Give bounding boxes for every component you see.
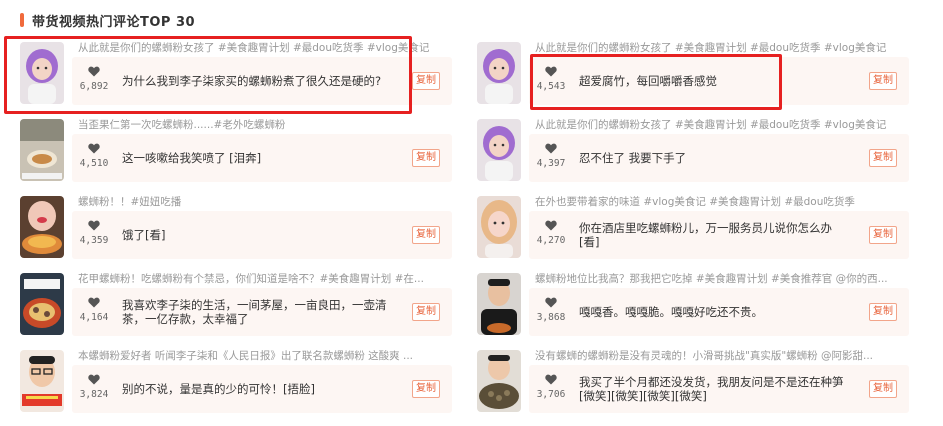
video-thumbnail[interactable] [477, 196, 521, 258]
comment-card: 3,868 嘎嘎香。嘎嘎脆。嘎嘎好吃还不贵。 复制 [529, 288, 909, 336]
video-title[interactable]: 花甲螺蛳粉！吃螺蛳粉有个禁忌，你们知道是啥不？#美食趣胃计划 #在... [78, 273, 448, 286]
copy-button[interactable]: 复制 [869, 226, 897, 244]
video-thumbnail[interactable] [477, 119, 521, 181]
video-thumbnail[interactable] [477, 350, 521, 412]
copy-button[interactable]: 复制 [412, 72, 440, 90]
video-thumbnail[interactable] [20, 350, 64, 412]
comment-card: 4,510 这一咳嗽给我笑喷了 [泪奔] 复制 [72, 134, 452, 182]
comment-item: 从此就是你们的螺蛳粉女孩了 #美食趣胃计划 #最dou吃货季 #vlog美食记 4… [477, 119, 917, 189]
like-block: 3,868 [529, 288, 573, 336]
like-block: 4,510 [72, 134, 116, 182]
heart-icon [72, 66, 116, 77]
comment-item: 螺蛳粉！！#妞妞吃播 4,359 饿了[看] 复制 [20, 196, 460, 266]
video-title[interactable]: 螺蛳粉地位比我高？那我把它吃掉 #美食趣胃计划 #美食推荐官 @你的西... [535, 273, 905, 286]
like-block: 4,164 [72, 288, 116, 336]
like-block: 4,270 [529, 211, 573, 259]
video-title[interactable]: 在外也要带着家的味道 #vlog美食记 #美食趣胃计划 #最dou吃货季 [535, 196, 905, 209]
heart-icon [72, 220, 116, 231]
comment-text: 嘎嘎香。嘎嘎脆。嘎嘎好吃还不贵。 [579, 305, 763, 319]
like-count: 4,164 [79, 312, 109, 323]
video-thumbnail[interactable] [20, 119, 64, 181]
like-count: 4,543 [536, 81, 566, 92]
video-thumbnail[interactable] [20, 273, 64, 335]
comment-text: 我买了半个月都还没发货，我朋友问是不是还在种笋[微笑][微笑][微笑][微笑] [579, 375, 844, 403]
heart-icon [72, 143, 116, 154]
comment-text: 你在酒店里吃螺蛳粉儿，万一服务员儿说你怎么办[看] [579, 221, 832, 249]
heart-icon [72, 374, 116, 385]
section-header: 带货视频热门评论TOP 30 [20, 10, 195, 30]
comment-item: 从此就是你们的螺蛳粉女孩了 #美食趣胃计划 #最dou吃货季 #vlog美食记 4… [477, 42, 917, 112]
video-thumbnail[interactable] [477, 42, 521, 104]
comment-card: 3,824 别的不说，量是真的少的可怜！[捂脸] 复制 [72, 365, 452, 413]
comment-text: 饿了[看] [122, 228, 166, 242]
comment-text: 别的不说，量是真的少的可怜！[捂脸] [122, 382, 315, 396]
heart-icon [529, 220, 573, 231]
video-thumbnail[interactable] [477, 273, 521, 335]
video-title[interactable]: 从此就是你们的螺蛳粉女孩了 #美食趣胃计划 #最dou吃货季 #vlog美食记 [78, 42, 448, 55]
copy-button[interactable]: 复制 [412, 149, 440, 167]
comment-card: 4,397 忍不住了 我要下手了 复制 [529, 134, 909, 182]
video-thumbnail[interactable] [20, 42, 64, 104]
like-count: 6,892 [79, 81, 109, 92]
section-title: 带货视频热门评论TOP 30 [32, 14, 196, 30]
comment-card: 6,892 为什么我到李子柒家买的螺蛳粉煮了很久还是硬的? 复制 [72, 57, 452, 105]
comment-text: 超爱腐竹，每回嚼嚼香感觉 [579, 74, 717, 88]
comment-item: 没有螺蛳的螺蛳粉是没有灵魂的！小滑哥挑战"真实版"螺蛳粉 @阿影甜... 3,70… [477, 350, 917, 420]
copy-button[interactable]: 复制 [869, 149, 897, 167]
comment-item: 花甲螺蛳粉！吃螺蛳粉有个禁忌，你们知道是啥不？#美食趣胃计划 #在... 4,16… [20, 273, 460, 343]
copy-button[interactable]: 复制 [412, 226, 440, 244]
comment-card: 4,359 饿了[看] 复制 [72, 211, 452, 259]
video-title[interactable]: 从此就是你们的螺蛳粉女孩了 #美食趣胃计划 #最dou吃货季 #vlog美食记 [535, 42, 905, 55]
like-count: 4,359 [79, 235, 109, 246]
comment-item: 螺蛳粉地位比我高？那我把它吃掉 #美食趣胃计划 #美食推荐官 @你的西... 3,… [477, 273, 917, 343]
copy-button[interactable]: 复制 [412, 380, 440, 398]
comment-card: 4,543 超爱腐竹，每回嚼嚼香感觉 复制 [529, 57, 909, 105]
like-count: 4,510 [79, 158, 109, 169]
like-count: 4,397 [536, 158, 566, 169]
like-block: 6,892 [72, 57, 116, 105]
comment-item: 本螺蛳粉爱好者 听闻李子柒和《人民日报》出了联名款螺蛳粉 这酸爽 ... 3,82… [20, 350, 460, 420]
video-thumbnail[interactable] [20, 196, 64, 258]
comment-text: 忍不住了 我要下手了 [579, 151, 687, 165]
copy-button[interactable]: 复制 [412, 303, 440, 321]
comment-text: 我喜欢李子柒的生活，一间茅屋，一亩良田，一壶清茶，一亿存款，太幸福了 [122, 298, 387, 326]
comment-text: 这一咳嗽给我笑喷了 [泪奔] [122, 151, 262, 165]
comment-item: 从此就是你们的螺蛳粉女孩了 #美食趣胃计划 #最dou吃货季 #vlog美食记 6… [20, 42, 460, 112]
comment-item: 在外也要带着家的味道 #vlog美食记 #美食趣胃计划 #最dou吃货季 4,27… [477, 196, 917, 266]
heart-icon [529, 143, 573, 154]
section-accent-bar [20, 13, 24, 27]
comment-item: 当歪果仁第一次吃螺蛳粉......#老外吃螺蛳粉 4,510 这一咳嗽给我笑喷了 [… [20, 119, 460, 189]
copy-button[interactable]: 复制 [869, 72, 897, 90]
like-block: 4,543 [529, 57, 573, 105]
video-title[interactable]: 从此就是你们的螺蛳粉女孩了 #美食趣胃计划 #最dou吃货季 #vlog美食记 [535, 119, 905, 132]
like-block: 4,397 [529, 134, 573, 182]
video-title[interactable]: 当歪果仁第一次吃螺蛳粉......#老外吃螺蛳粉 [78, 119, 448, 132]
copy-button[interactable]: 复制 [869, 303, 897, 321]
like-block: 3,706 [529, 365, 573, 413]
video-title[interactable]: 螺蛳粉！！#妞妞吃播 [78, 196, 448, 209]
heart-icon [72, 297, 116, 308]
like-count: 3,824 [79, 389, 109, 400]
like-block: 3,824 [72, 365, 116, 413]
like-count: 4,270 [536, 235, 566, 246]
video-title[interactable]: 没有螺蛳的螺蛳粉是没有灵魂的！小滑哥挑战"真实版"螺蛳粉 @阿影甜... [535, 350, 905, 363]
like-count: 3,706 [536, 389, 566, 400]
heart-icon [529, 66, 573, 77]
heart-icon [529, 374, 573, 385]
video-title[interactable]: 本螺蛳粉爱好者 听闻李子柒和《人民日报》出了联名款螺蛳粉 这酸爽 ... [78, 350, 448, 363]
comment-card: 4,270 你在酒店里吃螺蛳粉儿，万一服务员儿说你怎么办[看] 复制 [529, 211, 909, 259]
like-count: 3,868 [536, 312, 566, 323]
like-block: 4,359 [72, 211, 116, 259]
comment-card: 3,706 我买了半个月都还没发货，我朋友问是不是还在种笋[微笑][微笑][微笑]… [529, 365, 909, 413]
copy-button[interactable]: 复制 [869, 380, 897, 398]
comment-text: 为什么我到李子柒家买的螺蛳粉煮了很久还是硬的? [122, 74, 382, 88]
comment-card: 4,164 我喜欢李子柒的生活，一间茅屋，一亩良田，一壶清茶，一亿存款，太幸福了 复… [72, 288, 452, 336]
heart-icon [529, 297, 573, 308]
